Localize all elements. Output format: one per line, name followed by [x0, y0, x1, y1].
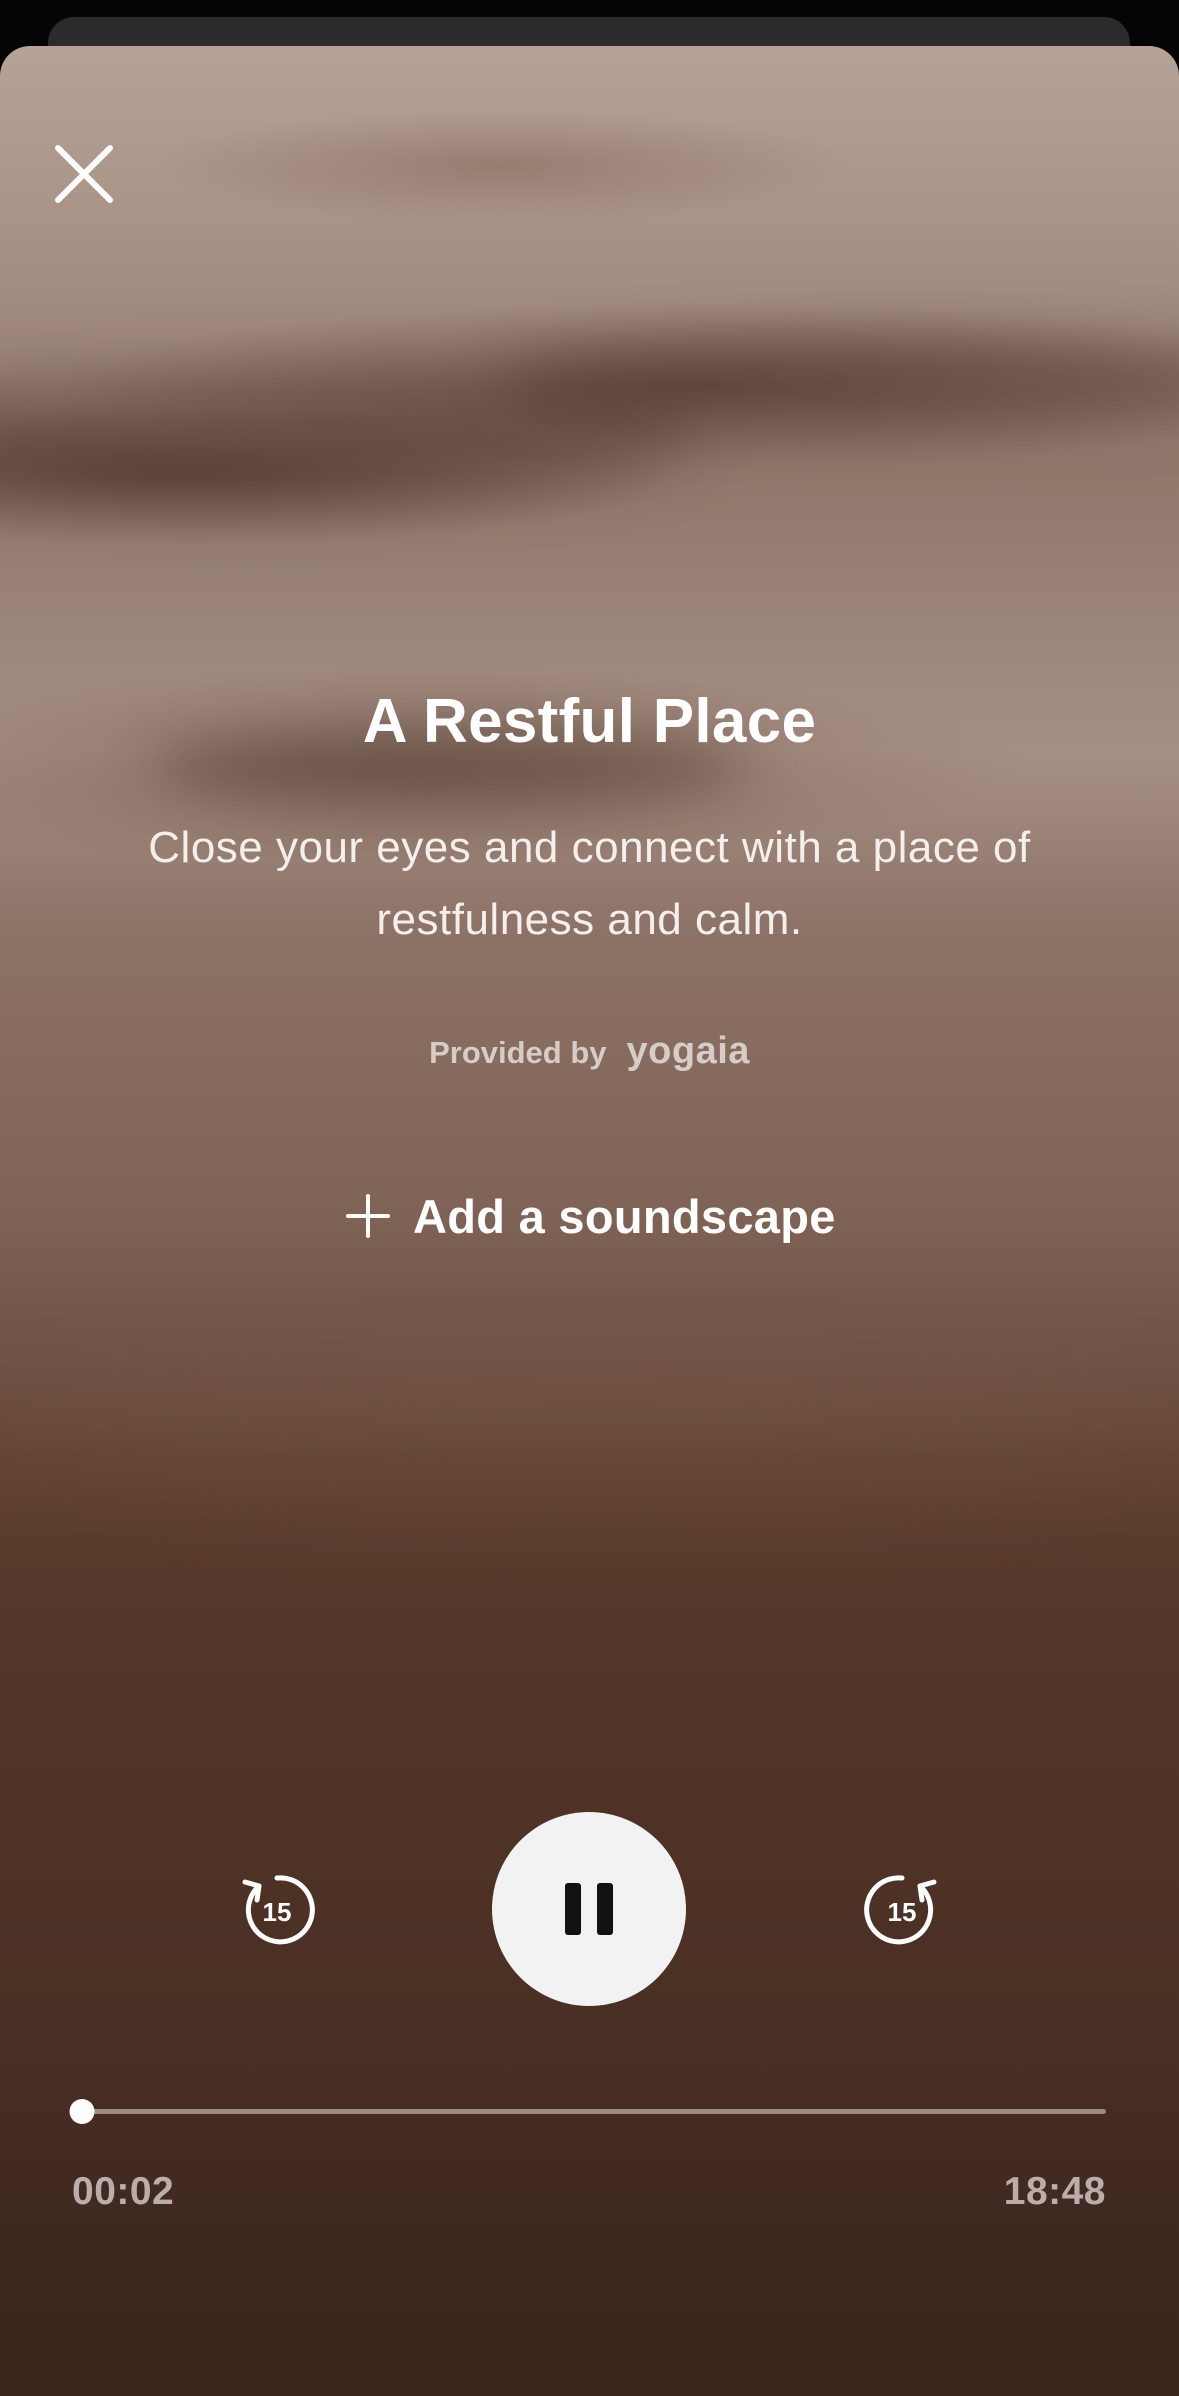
skip-back-button[interactable]: 15: [237, 1870, 317, 1950]
progress-track: [80, 2109, 1106, 2114]
pause-icon: [565, 1883, 613, 1935]
provider-logo: yogaia: [626, 1030, 750, 1072]
meditation-player-screen: A Restful Place Close your eyes and conn…: [0, 0, 1179, 2396]
session-description: Close your eyes and connect with a place…: [148, 823, 1031, 944]
provider-attribution: Provided by yogaia: [0, 1030, 1179, 1073]
plus-icon: [346, 1194, 390, 1238]
skip-forward-button[interactable]: 15: [862, 1870, 942, 1950]
rewind-15-icon: 15: [242, 1875, 315, 1945]
forward-15-icon: 15: [864, 1875, 937, 1945]
skip-forward-seconds: 15: [888, 1897, 917, 1927]
playback-controls: 15 15: [0, 1812, 1179, 2008]
close-icon: [55, 145, 113, 203]
session-title: A Restful Place: [362, 687, 817, 756]
add-soundscape-button[interactable]: Add a soundscape: [345, 1184, 836, 1248]
provider-label: Provided by: [429, 1035, 607, 1070]
total-time: 18:48: [1003, 2170, 1106, 2213]
skip-back-seconds: 15: [263, 1897, 292, 1927]
add-soundscape-label: Add a soundscape: [413, 1189, 836, 1243]
progress-thumb[interactable]: [69, 2099, 95, 2124]
progress-slider[interactable]: [66, 2096, 1106, 2126]
dune-highlight: [0, 1376, 1179, 1496]
pause-button[interactable]: [492, 1812, 686, 2006]
elapsed-time: 00:02: [72, 2170, 175, 2213]
close-button[interactable]: [42, 132, 126, 216]
